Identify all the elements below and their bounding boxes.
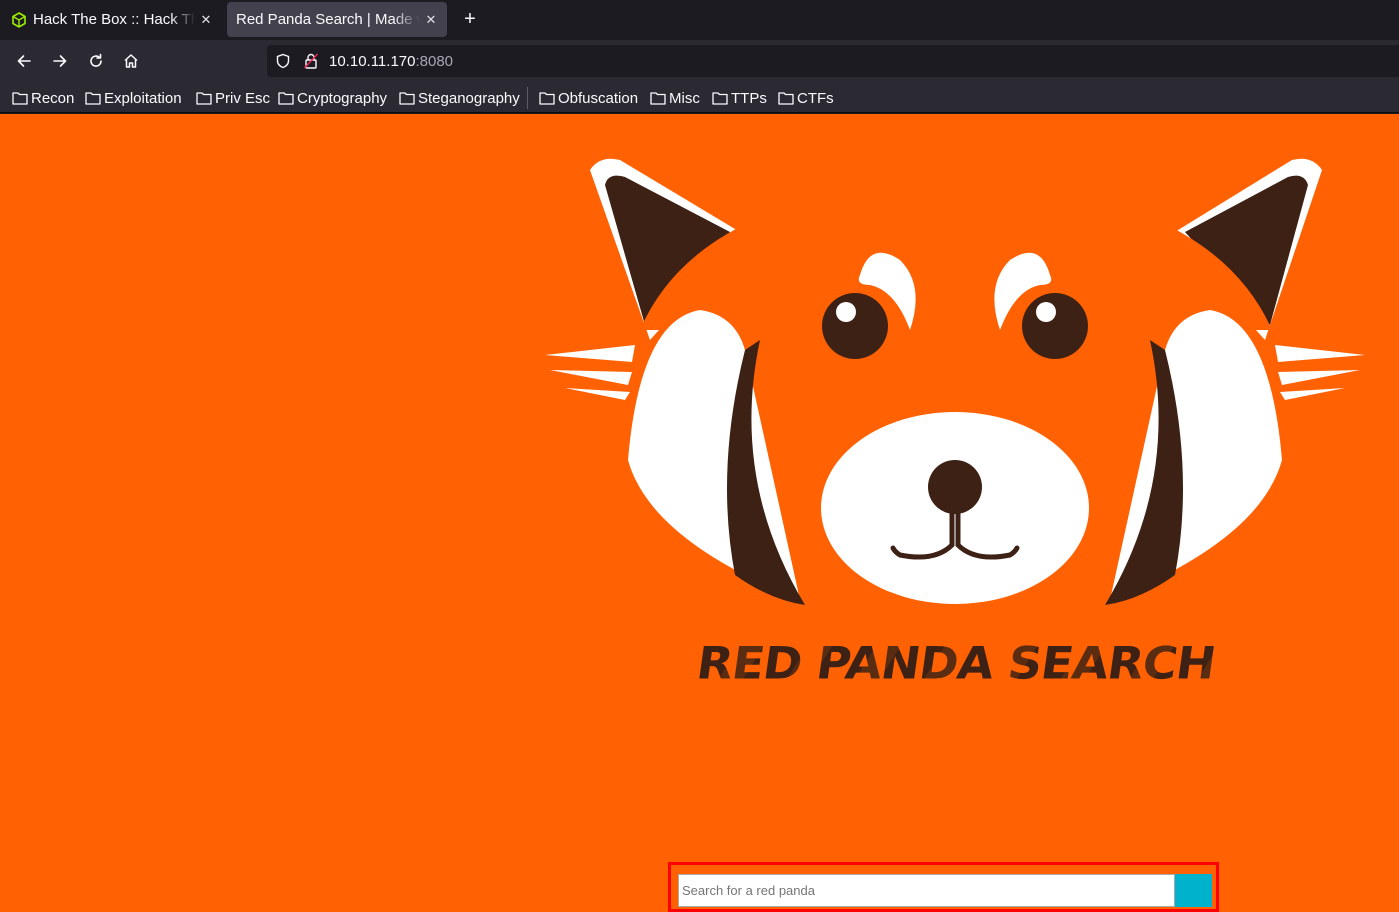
bookmark-label: Priv Esc xyxy=(215,89,271,107)
tab-close-icon[interactable]: ✕ xyxy=(424,12,438,28)
bookmark-folder-obfuscation[interactable]: Obfuscation xyxy=(539,88,638,108)
search-button[interactable] xyxy=(1175,874,1212,907)
search-input[interactable] xyxy=(678,874,1175,907)
reload-button[interactable] xyxy=(83,48,109,74)
tab-strip: Hack The Box :: Hack The Box ✕ Red Panda… xyxy=(0,0,1399,40)
home-button[interactable] xyxy=(118,48,144,74)
bookmark-label: Misc xyxy=(669,89,700,107)
url-port: :8080 xyxy=(415,53,454,70)
insecure-lock-icon[interactable] xyxy=(303,52,319,70)
tab-title: Hack The Box :: Hack The Box xyxy=(33,11,195,28)
bookmark-folder-steganography[interactable]: Steganography xyxy=(399,88,520,108)
home-icon xyxy=(124,54,138,68)
bookmark-folder-misc[interactable]: Misc xyxy=(650,88,700,108)
tab-hackthebox[interactable]: Hack The Box :: Hack The Box ✕ xyxy=(2,2,222,37)
tab-close-icon[interactable]: ✕ xyxy=(199,12,213,28)
url-text[interactable]: 10.10.11.170:8080 xyxy=(329,53,453,70)
bookmark-folder-cryptography[interactable]: Cryptography xyxy=(278,88,387,108)
bookmark-label: Steganography xyxy=(418,89,520,107)
url-bar[interactable]: 10.10.11.170:8080 xyxy=(267,45,1399,77)
folder-icon xyxy=(12,92,28,105)
bookmark-label: Exploitation xyxy=(104,89,182,107)
folder-icon xyxy=(778,92,794,105)
bookmark-label: TTPs xyxy=(731,89,767,107)
reload-icon xyxy=(90,53,102,67)
bookmark-folder-priv-esc[interactable]: Priv Esc xyxy=(196,88,270,108)
tab-title: Red Panda Search | Made with Spring Boot xyxy=(236,11,420,28)
back-arrow-icon xyxy=(17,55,31,67)
folder-icon xyxy=(85,92,101,105)
htb-cube-icon xyxy=(12,11,26,28)
search-form-highlight xyxy=(668,862,1219,912)
brand-title: RED PANDA SEARCH xyxy=(693,637,1220,690)
bookmarks-toolbar: Recon Exploitation Priv Esc Cryptography… xyxy=(0,81,1399,113)
bookmark-folder-ttps[interactable]: TTPs xyxy=(712,88,767,108)
bookmark-label: CTFs xyxy=(797,89,834,107)
navigation-toolbar: 10.10.11.170:8080 xyxy=(0,40,1399,81)
forward-button[interactable] xyxy=(47,48,73,74)
folder-icon xyxy=(712,92,728,105)
bookmark-label: Cryptography xyxy=(297,89,388,107)
back-button[interactable] xyxy=(11,48,37,74)
new-tab-button[interactable]: + xyxy=(458,8,482,32)
bookmark-folder-ctfs[interactable]: CTFs xyxy=(778,88,834,108)
bookmark-label: Recon xyxy=(31,89,75,107)
folder-icon xyxy=(399,92,415,105)
folder-icon xyxy=(278,92,294,105)
bookmark-folder-recon[interactable]: Recon xyxy=(12,88,74,108)
bookmark-folder-exploitation[interactable]: Exploitation xyxy=(85,88,182,108)
page-content: RED PANDA SEARCH xyxy=(0,114,1399,912)
red-panda-logo xyxy=(545,158,1365,624)
bookmark-label: Obfuscation xyxy=(558,89,639,107)
tracking-protection-shield-icon[interactable] xyxy=(275,53,291,69)
folder-icon xyxy=(196,92,212,105)
url-host: 10.10.11.170 xyxy=(329,53,416,70)
folder-icon xyxy=(650,92,666,105)
forward-arrow-icon xyxy=(53,55,67,67)
tab-red-panda-search[interactable]: Red Panda Search | Made with Spring Boot… xyxy=(227,2,447,37)
folder-icon xyxy=(539,92,555,105)
bookmarks-separator xyxy=(527,87,528,109)
